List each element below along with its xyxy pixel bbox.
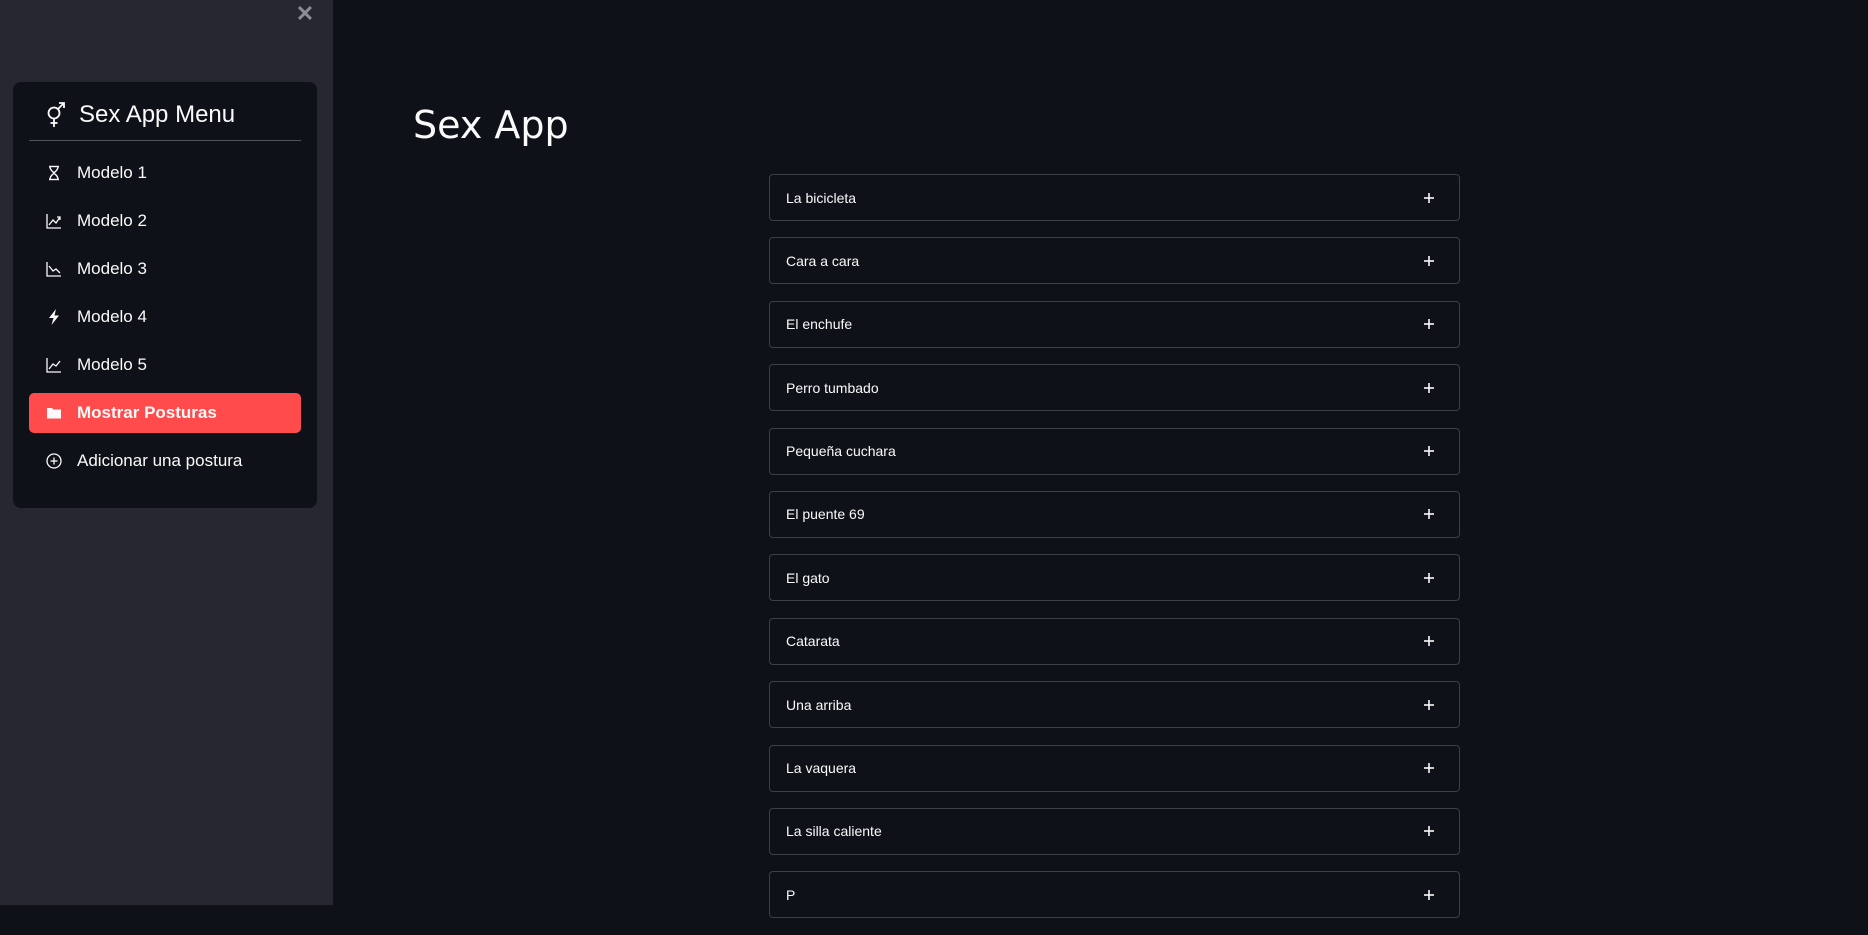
- menu-item-modelo-3[interactable]: Modelo 3: [29, 249, 301, 289]
- hourglass-icon: [45, 164, 63, 182]
- expander-label: Catarata: [786, 633, 840, 650]
- expander-list: La bicicleta Cara a cara El enchufe Perr…: [769, 174, 1460, 935]
- expander-la-bicicleta[interactable]: La bicicleta: [769, 174, 1460, 221]
- expander-label: La silla caliente: [786, 823, 882, 840]
- menu-list: Modelo 1 Modelo 2 Modelo 3 Modelo 4 Mode…: [29, 153, 301, 481]
- menu-item-modelo-4[interactable]: Modelo 4: [29, 297, 301, 337]
- expander-label: El enchufe: [786, 316, 853, 333]
- menu-item-label: Adicionar una postura: [77, 451, 243, 470]
- expander-la-silla-caliente[interactable]: La silla caliente: [769, 807, 1460, 855]
- menu-header: Sex App Menu: [29, 82, 301, 141]
- plus-circle-icon: [45, 452, 63, 470]
- expander-partial[interactable]: P: [769, 871, 1460, 919]
- menu-item-modelo-5[interactable]: Modelo 5: [29, 345, 301, 385]
- expander-label: Una arriba: [786, 696, 852, 713]
- graph-up-icon: [45, 356, 63, 374]
- plus-icon: [1423, 572, 1435, 584]
- menu-item-label: Modelo 5: [77, 355, 147, 374]
- plus-icon: [1423, 445, 1435, 457]
- expander-label: Pequeña cuchara: [786, 443, 896, 460]
- plus-icon: [1423, 382, 1435, 394]
- expander-label: El puente 69: [786, 506, 865, 523]
- expander-una-arriba[interactable]: Una arriba: [769, 681, 1460, 729]
- expander-label: Perro tumbado: [786, 379, 879, 396]
- plus-icon: [1423, 762, 1435, 774]
- expander-label: La vaquera: [786, 760, 857, 777]
- expander-label: Cara a cara: [786, 252, 860, 269]
- lightning-icon: [45, 308, 63, 326]
- expander-label: El gato: [786, 569, 830, 586]
- expander-pequena-cuchara[interactable]: Pequeña cuchara: [769, 427, 1460, 475]
- close-sidebar-button[interactable]: ✕: [294, 2, 316, 26]
- expander-catarata[interactable]: Catarata: [769, 617, 1460, 665]
- menu-item-label: Modelo 3: [77, 259, 147, 278]
- close-icon[interactable]: ✕: [296, 1, 314, 26]
- folder-icon: [45, 404, 63, 422]
- menu-item-modelo-1[interactable]: Modelo 1: [29, 153, 301, 193]
- plus-icon: [1423, 889, 1435, 901]
- expander-label: La bicicleta: [786, 189, 857, 206]
- menu-title: Sex App Menu: [79, 101, 236, 128]
- gender-icon: [45, 102, 67, 128]
- expander-perro-tumbado[interactable]: Perro tumbado: [769, 364, 1460, 412]
- expander-el-puente-69[interactable]: El puente 69: [769, 490, 1460, 538]
- menu-item-label: Modelo 1: [77, 163, 147, 182]
- plus-icon: [1423, 699, 1435, 711]
- menu-item-modelo-2[interactable]: Modelo 2: [29, 201, 301, 241]
- plus-icon: [1423, 825, 1435, 837]
- expander-el-enchufe[interactable]: El enchufe: [769, 300, 1460, 348]
- main-content: Sex App La bicicleta Cara a cara El ench…: [333, 0, 1868, 919]
- plus-icon: [1423, 635, 1435, 647]
- menu-item-label: Modelo 4: [77, 307, 147, 326]
- menu-item-label: Mostrar Posturas: [77, 403, 217, 422]
- menu-item-mostrar-posturas[interactable]: Mostrar Posturas: [29, 393, 301, 433]
- menu-item-label: Modelo 2: [77, 211, 147, 230]
- expander-cara-a-cara[interactable]: Cara a cara: [769, 237, 1460, 285]
- expander-label: P: [786, 886, 796, 903]
- graph-down-icon: [45, 260, 63, 278]
- plus-icon: [1423, 508, 1435, 520]
- expander-el-gato[interactable]: El gato: [769, 554, 1460, 602]
- option-menu: Sex App Menu Modelo 1 Modelo 2 Modelo 3 …: [13, 82, 317, 508]
- plus-icon: [1423, 318, 1435, 330]
- graph-up-arrow-icon: [45, 212, 63, 230]
- plus-icon: [1423, 255, 1435, 267]
- plus-icon: [1423, 192, 1435, 204]
- sidebar: ✕ Sex App Menu Modelo 1 Modelo 2 Modelo …: [0, 0, 333, 905]
- menu-item-adicionar-postura[interactable]: Adicionar una postura: [29, 441, 301, 481]
- expander-la-vaquera[interactable]: La vaquera: [769, 744, 1460, 792]
- page-title: Sex App: [413, 103, 569, 147]
